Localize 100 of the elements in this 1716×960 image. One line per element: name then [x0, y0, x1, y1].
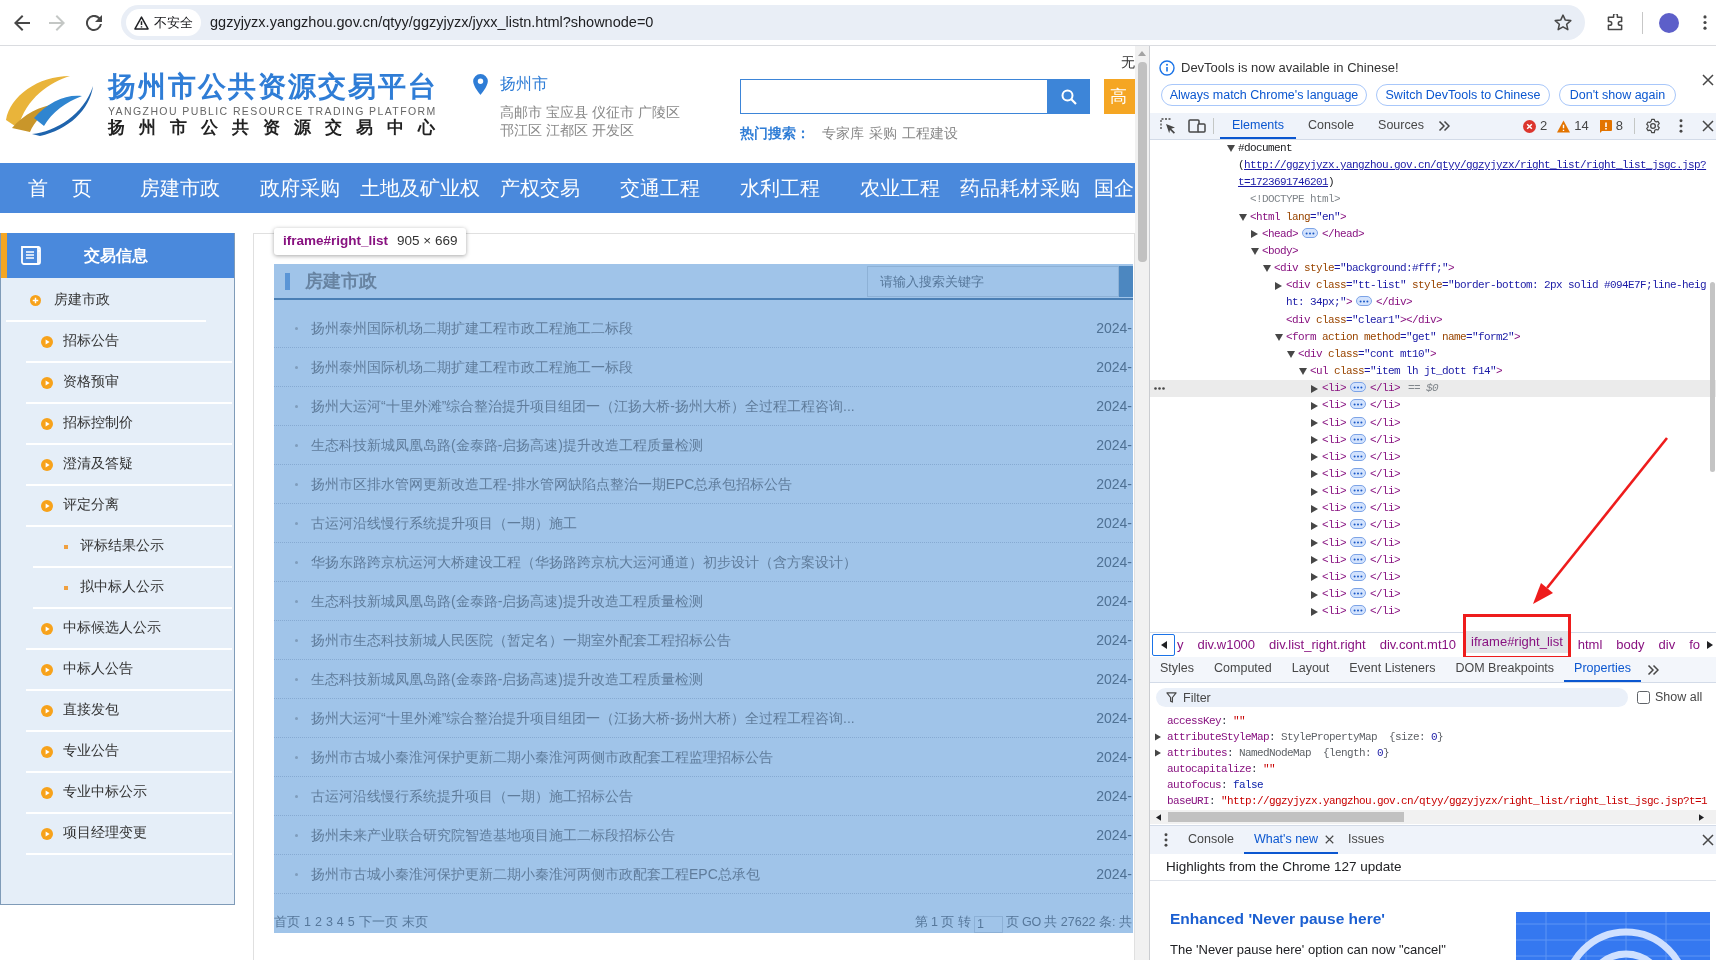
- more-tabs-icon[interactable]: [1438, 120, 1450, 132]
- sidebar-item[interactable]: 资格预审: [26, 363, 232, 404]
- expand-triangle-icon[interactable]: [1311, 521, 1318, 530]
- expand-triangle-icon[interactable]: [1275, 281, 1282, 290]
- nav-link[interactable]: 政府采购: [240, 173, 360, 203]
- sidebar-item[interactable]: 专业公告: [26, 732, 232, 773]
- star-icon[interactable]: [1554, 14, 1572, 31]
- city-link[interactable]: 扬州市: [500, 72, 548, 96]
- panel-tab[interactable]: Computed: [1204, 657, 1282, 682]
- sidebar-item[interactable]: 专业中标公示: [26, 773, 232, 814]
- scroll-right-arrow-icon[interactable]: [1699, 813, 1704, 821]
- dom-tree-node[interactable]: <body>: [1150, 242, 1716, 261]
- scroll-left-button[interactable]: [1152, 634, 1175, 656]
- dom-tree-node[interactable]: <li> </li>: [1150, 414, 1716, 432]
- expand-triangle-icon[interactable]: [1251, 230, 1258, 239]
- ellipsis-icon[interactable]: [1350, 536, 1366, 547]
- expand-triangle-icon[interactable]: [1311, 539, 1318, 548]
- district-link[interactable]: 仪征市: [592, 103, 634, 121]
- collapse-triangle-icon[interactable]: [1299, 368, 1307, 376]
- ellipsis-icon[interactable]: [1350, 553, 1366, 564]
- collapse-triangle-icon[interactable]: [1251, 247, 1259, 255]
- nav-link[interactable]: 房建市政: [120, 173, 240, 203]
- sidebar-item[interactable]: 招标公告: [26, 322, 232, 363]
- panel-tab[interactable]: Event Listeners: [1339, 657, 1446, 682]
- breadcrumb-item[interactable]: div.cont.mt10: [1372, 634, 1463, 656]
- expand-triangle-icon[interactable]: [1311, 419, 1318, 427]
- ellipsis-icon[interactable]: [1350, 502, 1366, 513]
- expand-triangle-icon[interactable]: [1311, 470, 1318, 479]
- collapse-triangle-icon[interactable]: [1287, 350, 1295, 358]
- dom-tree-node[interactable]: <li> </li>: [1150, 517, 1716, 535]
- address-bar[interactable]: 不安全 ggzyjyzx.yangzhou.gov.cn/qtyy/ggzyjyzx/jyxx_listn.html?shownode=0: [121, 5, 1585, 40]
- drawer-tab[interactable]: Issues: [1338, 826, 1395, 854]
- expand-triangle-icon[interactable]: [1311, 573, 1318, 582]
- collapse-triangle-icon[interactable]: [1263, 265, 1271, 273]
- scrollbar-thumb[interactable]: [1168, 812, 1404, 822]
- ellipsis-icon[interactable]: [1302, 227, 1318, 238]
- sidebar-item[interactable]: 澄清及答疑: [26, 445, 232, 486]
- district-link[interactable]: 广陵区: [638, 103, 680, 121]
- dom-tree-node[interactable]: <li> </li>: [1150, 551, 1716, 569]
- dom-tree-node[interactable]: <div class="cont mt10">: [1150, 345, 1716, 364]
- sidebar-item[interactable]: 评标结果公示: [33, 527, 232, 568]
- sidebar-item[interactable]: 直接发包: [26, 691, 232, 732]
- property-row[interactable]: attributes: NamedNodeMap {length: 0}: [1150, 745, 1716, 761]
- hot-search-link[interactable]: 采购: [869, 126, 897, 142]
- nav-link[interactable]: 水利工程: [720, 173, 840, 203]
- nav-link[interactable]: 国企: [1080, 173, 1135, 203]
- search-button[interactable]: [1048, 79, 1090, 114]
- ellipsis-icon[interactable]: [1350, 416, 1366, 427]
- dom-tree-node[interactable]: <form action method="get" name="form2">: [1150, 328, 1716, 346]
- devtools-tab[interactable]: Console: [1296, 113, 1366, 139]
- sidebar-item[interactable]: 项目经理变更: [26, 814, 232, 855]
- dom-tree-node[interactable]: <li> </li> == $0: [1150, 380, 1716, 398]
- more-tabs-icon[interactable]: [1647, 663, 1660, 676]
- ellipsis-icon[interactable]: [1350, 588, 1366, 599]
- sidebar-item[interactable]: 招标控制价: [26, 404, 232, 445]
- expand-triangle-icon[interactable]: [1311, 384, 1318, 393]
- expand-triangle-icon[interactable]: [1311, 607, 1318, 616]
- extensions-icon[interactable]: [1607, 14, 1624, 31]
- district-link[interactable]: 高邮市: [500, 103, 542, 121]
- dom-tree-node[interactable]: <li> </li>: [1150, 568, 1716, 587]
- back-arrow-icon[interactable]: [14, 14, 30, 31]
- search-field[interactable]: 请输入搜索关键字: [867, 265, 1119, 297]
- hot-search-link[interactable]: 工程建设: [902, 126, 958, 142]
- expand-triangle-icon[interactable]: [1311, 504, 1318, 513]
- expand-triangle-icon[interactable]: [1311, 453, 1318, 462]
- issue-icon[interactable]: [1598, 119, 1612, 133]
- ellipsis-icon[interactable]: [1350, 570, 1366, 581]
- error-icon[interactable]: [1523, 119, 1537, 133]
- ellipsis-icon[interactable]: [1350, 605, 1366, 616]
- dom-tree-node[interactable]: <li> </li>: [1150, 483, 1716, 501]
- dom-tree-node[interactable]: <li> </li>: [1150, 500, 1716, 518]
- district-link[interactable]: 江都区: [546, 121, 588, 139]
- warning-icon[interactable]: [1557, 119, 1571, 133]
- close-icon[interactable]: [1702, 834, 1714, 846]
- collapse-triangle-icon[interactable]: [1275, 333, 1283, 341]
- expand-triangle-icon[interactable]: [1155, 749, 1161, 757]
- breadcrumb-item[interactable]: fo: [1682, 634, 1707, 656]
- kebab-menu-icon[interactable]: [1679, 119, 1683, 133]
- expand-triangle-icon[interactable]: [1311, 590, 1318, 599]
- scrollbar-thumb[interactable]: [1137, 62, 1147, 262]
- collapse-triangle-icon[interactable]: [1239, 213, 1247, 221]
- ellipsis-icon[interactable]: [1356, 296, 1373, 307]
- district-link[interactable]: 邗江区: [500, 121, 542, 139]
- kebab-menu-icon[interactable]: [1703, 15, 1707, 30]
- breadcrumb-item[interactable]: body: [1609, 634, 1652, 656]
- dom-tree-node[interactable]: <html lang="en">: [1150, 208, 1716, 226]
- ellipsis-icon[interactable]: [1350, 433, 1366, 444]
- sidebar-item[interactable]: 中标候选人公示: [26, 609, 232, 650]
- search-field[interactable]: [740, 79, 1048, 114]
- expand-triangle-icon[interactable]: [1311, 487, 1318, 496]
- breadcrumb-item[interactable]: div.list_right.right: [1262, 634, 1373, 656]
- ellipsis-icon[interactable]: [1350, 382, 1366, 393]
- close-icon[interactable]: [1702, 120, 1714, 132]
- ellipsis-icon[interactable]: [1350, 519, 1366, 530]
- device-toolbar-icon[interactable]: [1188, 118, 1206, 134]
- district-link[interactable]: 开发区: [592, 121, 634, 139]
- breadcrumb-item[interactable]: iframe#right_list: [1466, 631, 1568, 653]
- breadcrumb-item[interactable]: div: [1651, 634, 1683, 656]
- sidebar-item[interactable]: 中标人公告: [26, 650, 232, 691]
- devtools-tab[interactable]: Sources: [1366, 113, 1436, 139]
